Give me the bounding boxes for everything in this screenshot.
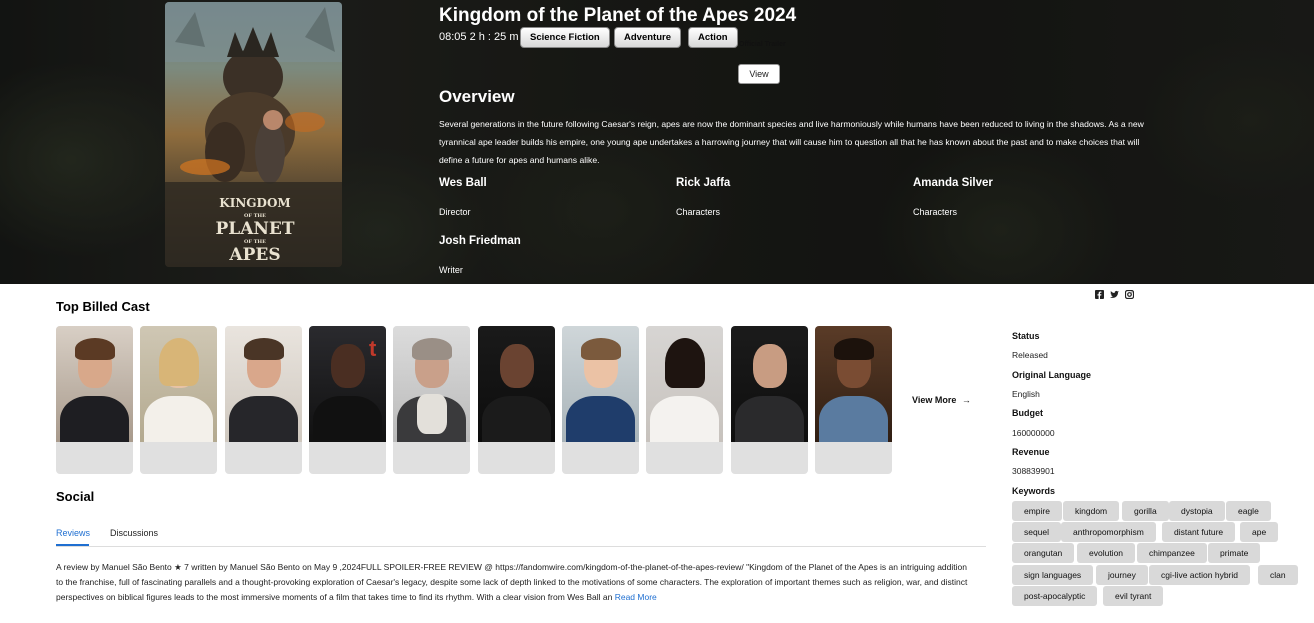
movie-meta: 08:05 2 h : 25 m — [439, 31, 519, 43]
keyword-tag[interactable]: evolution — [1077, 543, 1136, 563]
revenue-value: 308839901 — [1012, 466, 1055, 476]
crew-name: Wes Ball — [439, 177, 487, 189]
view-trailer-button[interactable]: View — [738, 64, 780, 84]
crew-name: Amanda Silver — [913, 177, 993, 189]
keyword-tag[interactable]: evil tyrant — [1103, 586, 1164, 606]
cast-photo — [140, 326, 217, 442]
crew-role: Characters — [676, 207, 721, 217]
revenue-label: Revenue — [1012, 447, 1050, 457]
review-body: A review by Manuel São Bento ★ 7 written… — [56, 562, 968, 602]
movie-title: Kingdom of the Planet of the Apes 2024 — [439, 5, 797, 26]
read-more-link[interactable]: Read More — [615, 592, 657, 602]
crew-role: Characters — [913, 207, 958, 217]
poster-title-logo: KINGDOM OF THE PLANET OF THE APES — [215, 196, 295, 265]
cast-card[interactable] — [646, 326, 723, 474]
tab-reviews[interactable]: Reviews — [56, 528, 90, 538]
keyword-tag[interactable]: cgi-live action hybrid — [1149, 565, 1251, 585]
cast-card[interactable] — [140, 326, 217, 474]
status-value: Released — [1012, 350, 1048, 360]
crew-name: Josh Friedman — [439, 235, 521, 247]
keyword-tag[interactable]: ape — [1240, 522, 1279, 542]
crew-name: Rick Jaffa — [676, 177, 731, 189]
genre-tag[interactable]: Science Fiction — [520, 27, 610, 48]
budget-value: 160000000 — [1012, 428, 1055, 438]
social-heading: Social — [56, 489, 95, 504]
status-label: Status — [1012, 331, 1040, 341]
review-text: A review by Manuel São Bento ★ 7 written… — [56, 560, 976, 605]
genre-tag[interactable]: Adventure — [614, 27, 681, 48]
view-more-cast-link[interactable]: View More → — [912, 395, 971, 405]
language-label: Original Language — [1012, 370, 1092, 380]
cast-photo — [56, 326, 133, 442]
tabs-divider — [56, 546, 986, 547]
keyword-tag[interactable]: distant future — [1162, 522, 1236, 542]
cast-card[interactable] — [562, 326, 639, 474]
active-tab-indicator — [56, 544, 89, 546]
cast-card[interactable]: t — [309, 326, 386, 474]
cast-photo — [562, 326, 639, 442]
cast-card[interactable] — [731, 326, 808, 474]
cast-photo — [393, 326, 470, 442]
cast-photo — [225, 326, 302, 442]
twitter-icon[interactable] — [1110, 286, 1119, 298]
keyword-tag[interactable]: gorilla — [1122, 501, 1169, 521]
cast-card[interactable] — [225, 326, 302, 474]
cast-photo — [815, 326, 892, 442]
arrow-right-icon: → — [961, 395, 971, 405]
instagram-icon[interactable] — [1124, 286, 1135, 300]
language-value: English — [1012, 389, 1040, 399]
keyword-tag[interactable]: kingdom — [1063, 501, 1120, 521]
trailer-label: Official Trailer — [739, 41, 786, 48]
social-links — [1095, 286, 1135, 300]
cast-card[interactable] — [478, 326, 555, 474]
cast-card[interactable] — [815, 326, 892, 474]
keyword-tag[interactable]: sign languages — [1012, 565, 1094, 585]
cast-photo — [646, 326, 723, 442]
keywords-label: Keywords — [1012, 486, 1056, 496]
cast-card[interactable] — [56, 326, 133, 474]
keyword-tag[interactable]: empire — [1012, 501, 1062, 521]
cast-heading: Top Billed Cast — [56, 299, 150, 314]
cast-photo — [731, 326, 808, 442]
overview-text: Several generations in the future follow… — [439, 119, 1144, 165]
hero-banner: KINGDOM OF THE PLANET OF THE APES Kingdo… — [0, 0, 1314, 284]
cast-card[interactable] — [393, 326, 470, 474]
tab-discussions[interactable]: Discussions — [110, 528, 158, 538]
overview-heading: Overview — [439, 87, 515, 106]
keyword-tag[interactable]: primate — [1208, 543, 1261, 563]
cast-photo — [478, 326, 555, 442]
crew-role: Director — [439, 207, 471, 217]
keyword-tag[interactable]: sequel — [1012, 522, 1062, 542]
budget-label: Budget — [1012, 408, 1043, 418]
crew-role: Writer — [439, 265, 463, 275]
keyword-tag[interactable]: clan — [1258, 565, 1298, 585]
keyword-tag[interactable]: eagle — [1226, 501, 1271, 521]
facebook-icon[interactable] — [1095, 286, 1104, 299]
cast-photo: t — [309, 326, 386, 442]
keyword-tag[interactable]: anthropomorphism — [1061, 522, 1156, 542]
keyword-tag[interactable]: journey — [1096, 565, 1148, 585]
keyword-tag[interactable]: orangutan — [1012, 543, 1075, 563]
keyword-tag[interactable]: dystopia — [1169, 501, 1225, 521]
movie-poster: KINGDOM OF THE PLANET OF THE APES — [165, 2, 342, 267]
genre-tag[interactable]: Action — [688, 27, 738, 48]
keyword-tag[interactable]: post-apocalyptic — [1012, 586, 1098, 606]
keyword-tag[interactable]: chimpanzee — [1137, 543, 1207, 563]
